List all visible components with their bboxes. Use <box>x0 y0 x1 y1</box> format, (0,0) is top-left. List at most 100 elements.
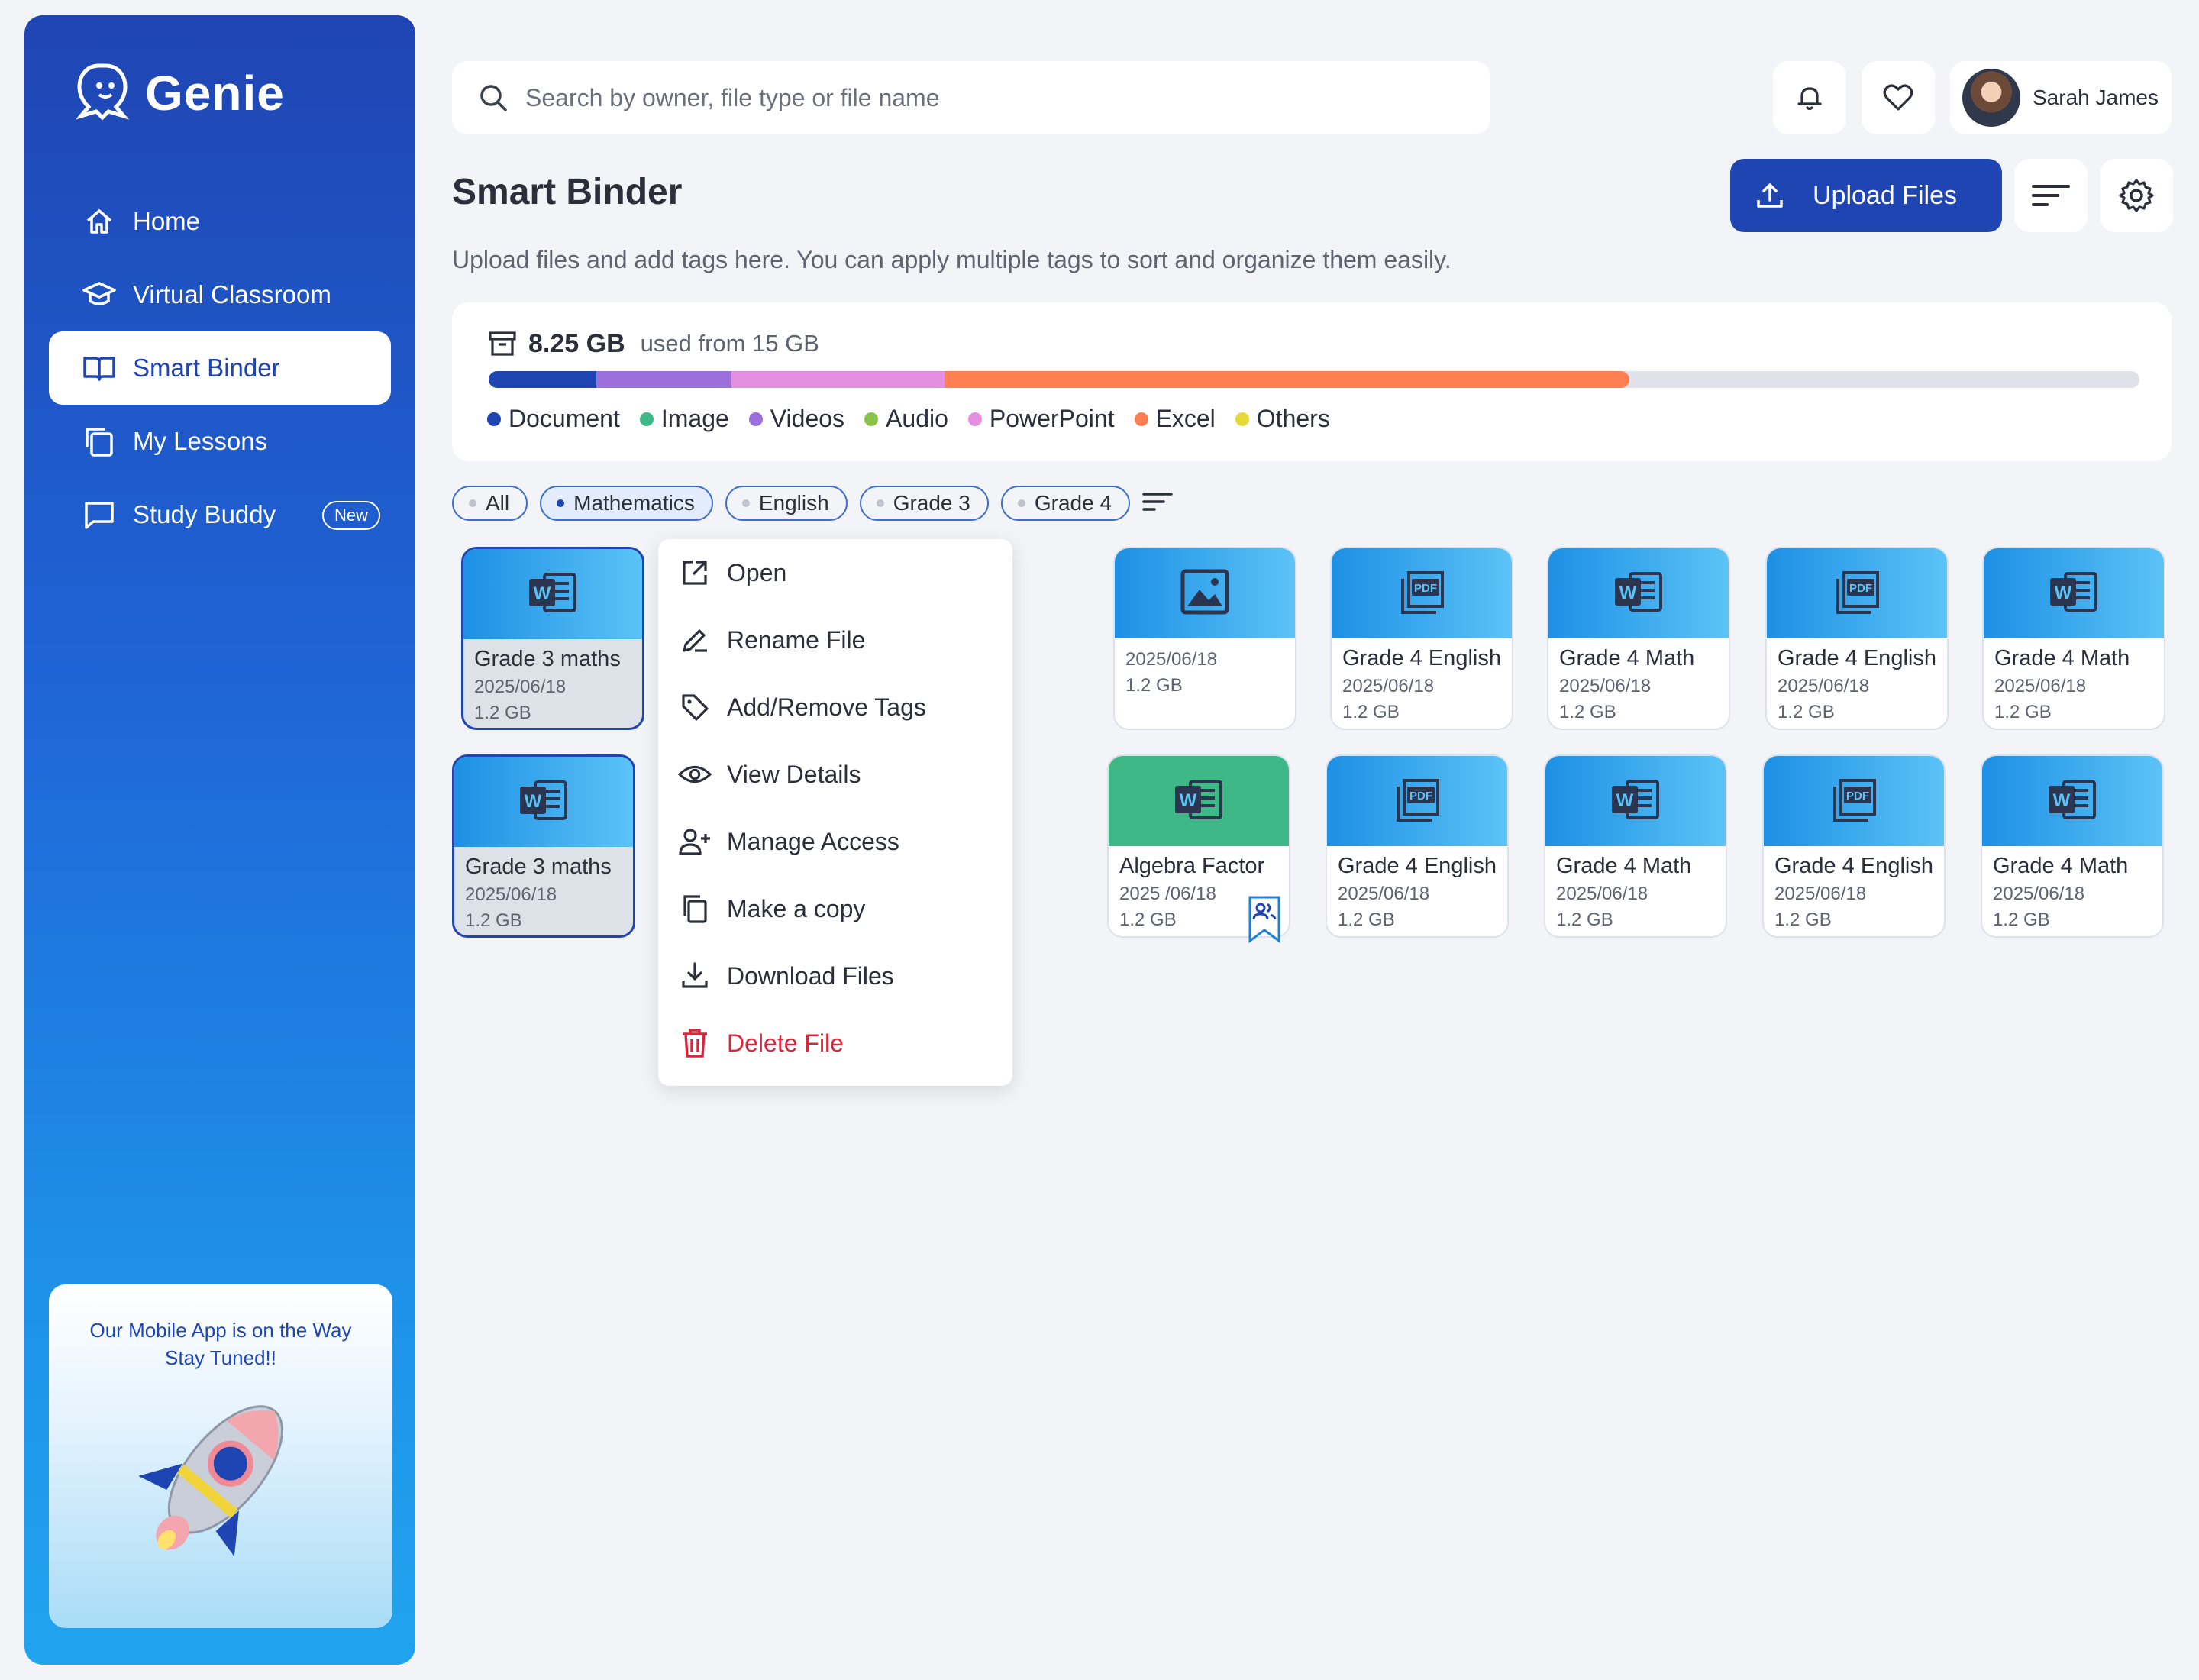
chat-icon <box>82 498 116 531</box>
svg-text:W: W <box>534 583 551 604</box>
legend-item-excel: Excel <box>1134 405 1216 433</box>
file-card[interactable]: PDF Grade 4 English 2025/06/18 1.2 GB <box>1330 547 1513 730</box>
storage-segment-powerpoint <box>731 371 945 388</box>
search-bar[interactable]: Search by owner, file type or file name <box>452 61 1490 134</box>
upload-files-button[interactable]: Upload Files <box>1730 159 2002 232</box>
tag-filter-english[interactable]: English <box>725 486 848 521</box>
mobile-app-promo: Our Mobile App is on the Way Stay Tuned!… <box>49 1284 392 1628</box>
svg-text:PDF: PDF <box>1409 790 1432 803</box>
tag-dot <box>741 499 750 507</box>
file-date: 2025/06/18 <box>1993 884 2085 904</box>
pdf-file-icon: PDF <box>1390 774 1444 829</box>
shared-bookmark-icon[interactable] <box>1248 895 1281 948</box>
file-name: Grade 4 Math <box>1994 646 2130 670</box>
legend-dot <box>1134 412 1148 426</box>
file-thumbnail: W <box>454 757 633 847</box>
sidebar-item-my-lessons[interactable]: My Lessons <box>49 405 391 478</box>
menu-item-label: View Details <box>727 760 861 788</box>
svg-text:W: W <box>525 791 542 812</box>
sidebar-item-virtual-classroom[interactable]: Virtual Classroom <box>49 258 391 331</box>
promo-line-1: Our Mobile App is on the Way <box>89 1319 352 1342</box>
favorites-button[interactable] <box>1862 61 1935 134</box>
menu-item-label: Rename File <box>727 625 866 654</box>
legend-item-others: Others <box>1235 405 1330 433</box>
file-card[interactable]: W Grade 4 Math 2025/06/18 1.2 GB <box>1982 547 2165 730</box>
legend-dot <box>639 412 654 426</box>
tag-label: Grade 3 <box>893 491 970 515</box>
file-date: 2025/06/18 <box>465 884 557 905</box>
tag-label: All <box>486 491 510 515</box>
legend-item-videos: Videos <box>748 405 844 433</box>
file-thumbnail: W <box>1982 756 2162 846</box>
tag-filter-mathematics[interactable]: Mathematics <box>540 486 713 521</box>
sidebar-item-label: Virtual Classroom <box>133 280 331 309</box>
menu-item-manage-access[interactable]: Manage Access <box>658 808 1012 875</box>
svg-text:W: W <box>2053 790 2071 811</box>
svg-text:W: W <box>1619 583 1637 603</box>
copy-icon <box>678 892 712 926</box>
brand-name: Genie <box>145 66 285 121</box>
tag-label: English <box>758 491 829 515</box>
search-input[interactable]: Search by owner, file type or file name <box>525 84 940 112</box>
file-card[interactable]: PDF Grade 4 English 2025/06/18 1.2 GB <box>1762 754 1946 938</box>
file-date: 2025/06/18 <box>1774 884 1867 904</box>
tag-icon <box>678 690 712 724</box>
legend-dot <box>967 412 982 426</box>
storage-used: 8.25 GB <box>528 328 625 358</box>
bell-icon <box>1797 87 1822 111</box>
file-date: 2025/06/18 <box>1338 884 1430 904</box>
word-file-icon: W <box>1609 775 1662 828</box>
file-card[interactable]: W Grade 3 maths 2025/06/18 1.2 GB <box>461 547 644 730</box>
search-icon <box>480 85 507 111</box>
menu-item-label: Open <box>727 558 787 586</box>
storage-segment-excel <box>944 371 1629 388</box>
storage-segment-videos <box>596 371 731 388</box>
tag-filter-grade-4[interactable]: Grade 4 <box>1000 486 1131 521</box>
file-card[interactable]: W Grade 4 Math 2025/06/18 1.2 GB <box>1544 754 1727 938</box>
legend-label: Document <box>509 405 620 432</box>
tag-filter-all[interactable]: All <box>452 486 528 521</box>
sidebar-item-study-buddy[interactable]: Study Buddy New <box>49 478 391 551</box>
file-name: Grade 3 maths <box>474 647 621 671</box>
svg-text:W: W <box>1616 790 1634 811</box>
sidebar-item-label: Home <box>133 207 201 235</box>
file-size: 1.2 GB <box>1778 702 1835 722</box>
sidebar-item-home[interactable]: Home <box>49 185 391 258</box>
download-icon <box>678 959 712 993</box>
tag-filter-grade-3[interactable]: Grade 3 <box>859 486 989 521</box>
file-name: Grade 4 English <box>1342 646 1501 670</box>
page-title: Smart Binder <box>452 172 683 212</box>
settings-button[interactable] <box>2100 159 2173 232</box>
menu-item-rename[interactable]: Rename File <box>658 606 1012 674</box>
upload-icon <box>1757 183 1783 208</box>
tag-dot <box>876 499 884 507</box>
legend-dot <box>487 412 501 426</box>
menu-item-download[interactable]: Download Files <box>658 942 1012 1010</box>
file-card[interactable]: W Grade 3 maths 2025/06/18 1.2 GB <box>452 754 635 938</box>
file-card[interactable]: PDF Grade 4 English 2025/06/18 1.2 GB <box>1765 547 1949 730</box>
logo[interactable]: Genie <box>76 61 285 125</box>
file-card[interactable]: W Grade 4 Math 2025/06/18 1.2 GB <box>1981 754 2164 938</box>
rocket-icon <box>138 1405 283 1557</box>
tag-sort-icon[interactable] <box>1142 490 1173 517</box>
tag-dot <box>1017 499 1025 507</box>
external-link-icon <box>678 556 712 590</box>
user-profile[interactable]: Sarah James <box>1950 61 2172 134</box>
sidebar-item-label: Study Buddy <box>133 500 276 528</box>
file-card[interactable]: PDF Grade 4 English 2025/06/18 1.2 GB <box>1326 754 1509 938</box>
sidebar-item-smart-binder[interactable]: Smart Binder <box>49 331 391 405</box>
tag-dot <box>557 499 565 507</box>
menu-item-delete[interactable]: Delete File <box>658 1010 1012 1077</box>
menu-item-open[interactable]: Open <box>658 539 1012 606</box>
menu-item-label: Delete File <box>727 1029 844 1057</box>
menu-item-view-details[interactable]: View Details <box>658 741 1012 808</box>
sidebar-nav: Home Virtual Classroom Smart Binder My L… <box>49 185 391 551</box>
file-card[interactable]: W Grade 4 Math 2025/06/18 1.2 GB <box>1547 547 1730 730</box>
legend-label: PowerPoint <box>989 405 1115 432</box>
file-card[interactable]: 2025/06/18 1.2 GB <box>1113 547 1296 730</box>
menu-item-make-copy[interactable]: Make a copy <box>658 875 1012 942</box>
menu-item-tags[interactable]: Add/Remove Tags <box>658 674 1012 741</box>
sort-button[interactable] <box>2014 159 2088 232</box>
file-thumbnail: W <box>1548 548 1729 638</box>
notifications-button[interactable] <box>1773 61 1846 134</box>
